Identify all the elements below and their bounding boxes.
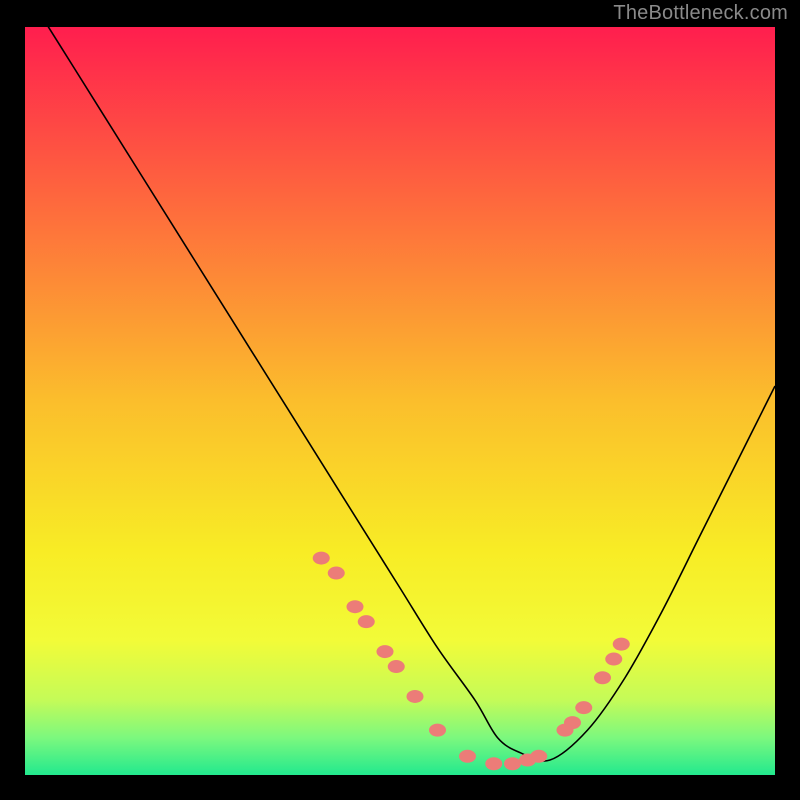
highlight-dot (605, 653, 622, 666)
highlight-dot (377, 645, 394, 658)
bottleneck-chart (0, 0, 800, 800)
highlight-dot (613, 638, 630, 651)
highlight-dot (459, 750, 476, 763)
highlight-dot (358, 615, 375, 628)
highlight-dot (429, 724, 446, 737)
highlight-dot (504, 757, 521, 770)
highlight-dot (328, 567, 345, 580)
highlight-dot (564, 716, 581, 729)
watermark-label: TheBottleneck.com (613, 2, 788, 25)
highlight-dot (485, 757, 502, 770)
highlight-dot (388, 660, 405, 673)
highlight-dot (313, 552, 330, 565)
highlight-dot (530, 750, 547, 763)
highlight-dot (407, 690, 424, 703)
highlight-dot (575, 701, 592, 714)
highlight-dot (594, 671, 611, 684)
highlight-dot (347, 600, 364, 613)
chart-frame: TheBottleneck.com (0, 0, 800, 800)
